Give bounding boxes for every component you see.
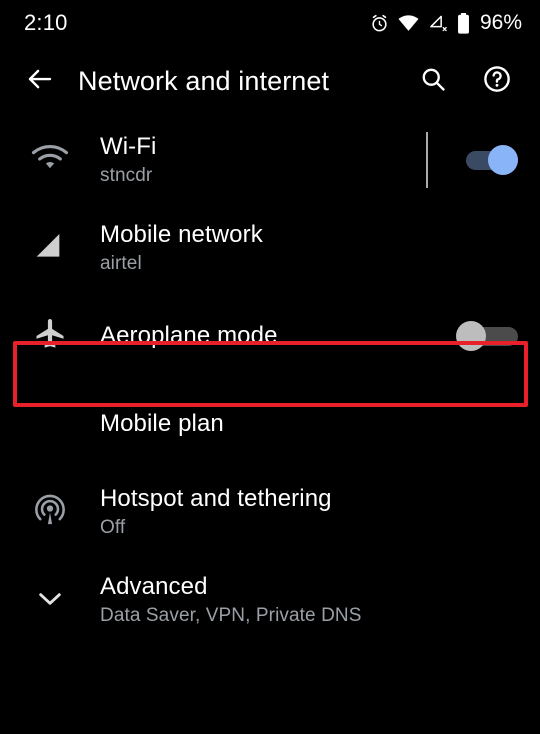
row-title: Aeroplane mode (100, 322, 278, 350)
airplane-icon (32, 316, 68, 357)
row-text-container: Aeroplane mode (100, 321, 456, 350)
page-title: Network and internet (78, 65, 330, 96)
row-title: Advanced (100, 572, 208, 600)
row-icon-container (0, 468, 100, 556)
status-time: 2:10 (24, 10, 68, 35)
row-text-container: Hotspot and tethering Off (100, 484, 540, 541)
help-circle-icon (482, 64, 512, 99)
search-button[interactable] (412, 60, 454, 102)
row-title: Hotspot and tethering (100, 484, 332, 512)
back-arrow-icon (25, 64, 55, 99)
settings-row-aeroplane-mode[interactable]: Aeroplane mode (0, 292, 540, 380)
row-text-container: Mobile network airtel (100, 220, 540, 277)
settings-row-hotspot-and-tethering[interactable]: Hotspot and tethering Off (0, 468, 540, 556)
settings-list: Wi-Fi stncdr Mobile network airtel Aerop… (0, 116, 540, 734)
row-icon-container (0, 116, 100, 204)
settings-row-advanced[interactable]: Advanced Data Saver, VPN, Private DNS (0, 556, 540, 644)
vertical-divider (426, 132, 428, 188)
wifi-toggle[interactable] (456, 145, 518, 175)
help-button[interactable] (476, 60, 518, 102)
wifi-icon (398, 14, 419, 32)
row-right-container (426, 116, 540, 204)
settings-row-mobile-plan[interactable]: Mobile plan (0, 380, 540, 468)
app-bar-actions (412, 60, 518, 102)
alarm-icon (370, 14, 389, 33)
row-subtitle: Data Saver, VPN, Private DNS (100, 604, 362, 626)
battery-icon (457, 12, 470, 34)
row-text-container: Wi-Fi stncdr (100, 132, 426, 189)
battery-percent: 96% (479, 11, 522, 34)
toggle-thumb (488, 145, 518, 175)
row-icon-container (0, 556, 100, 644)
aeroplane-mode-toggle[interactable] (456, 321, 518, 351)
row-title: Wi-Fi (100, 132, 157, 160)
back-button[interactable] (10, 50, 70, 112)
status-bar: 2:10 96% (0, 0, 540, 46)
row-icon-container (0, 292, 100, 380)
app-bar: Network and internet (0, 50, 540, 112)
settings-row-mobile-network[interactable]: Mobile network airtel (0, 204, 540, 292)
row-text-container: Advanced Data Saver, VPN, Private DNS (100, 572, 540, 629)
row-subtitle: Off (100, 516, 126, 538)
mobile-signal-icon (33, 230, 67, 267)
row-right-container (456, 292, 540, 380)
mobile-signal-off-icon (428, 14, 448, 33)
row-icon-container (0, 380, 100, 468)
search-icon (419, 65, 447, 98)
settings-row-wifi[interactable]: Wi-Fi stncdr (0, 116, 540, 204)
row-icon-container (0, 204, 100, 292)
toggle-thumb (456, 321, 486, 351)
hotspot-icon (32, 492, 68, 533)
phone-screen: 2:10 96% Network and internet Wi-Fi stnc… (0, 0, 540, 734)
row-title: Mobile plan (100, 410, 224, 438)
row-title: Mobile network (100, 220, 263, 248)
wifi-icon (31, 143, 69, 178)
status-icons: 96% (370, 11, 522, 35)
row-subtitle: airtel (100, 252, 142, 274)
chevron-down-icon (34, 582, 66, 619)
row-text-container: Mobile plan (100, 409, 540, 438)
row-subtitle: stncdr (100, 164, 153, 186)
